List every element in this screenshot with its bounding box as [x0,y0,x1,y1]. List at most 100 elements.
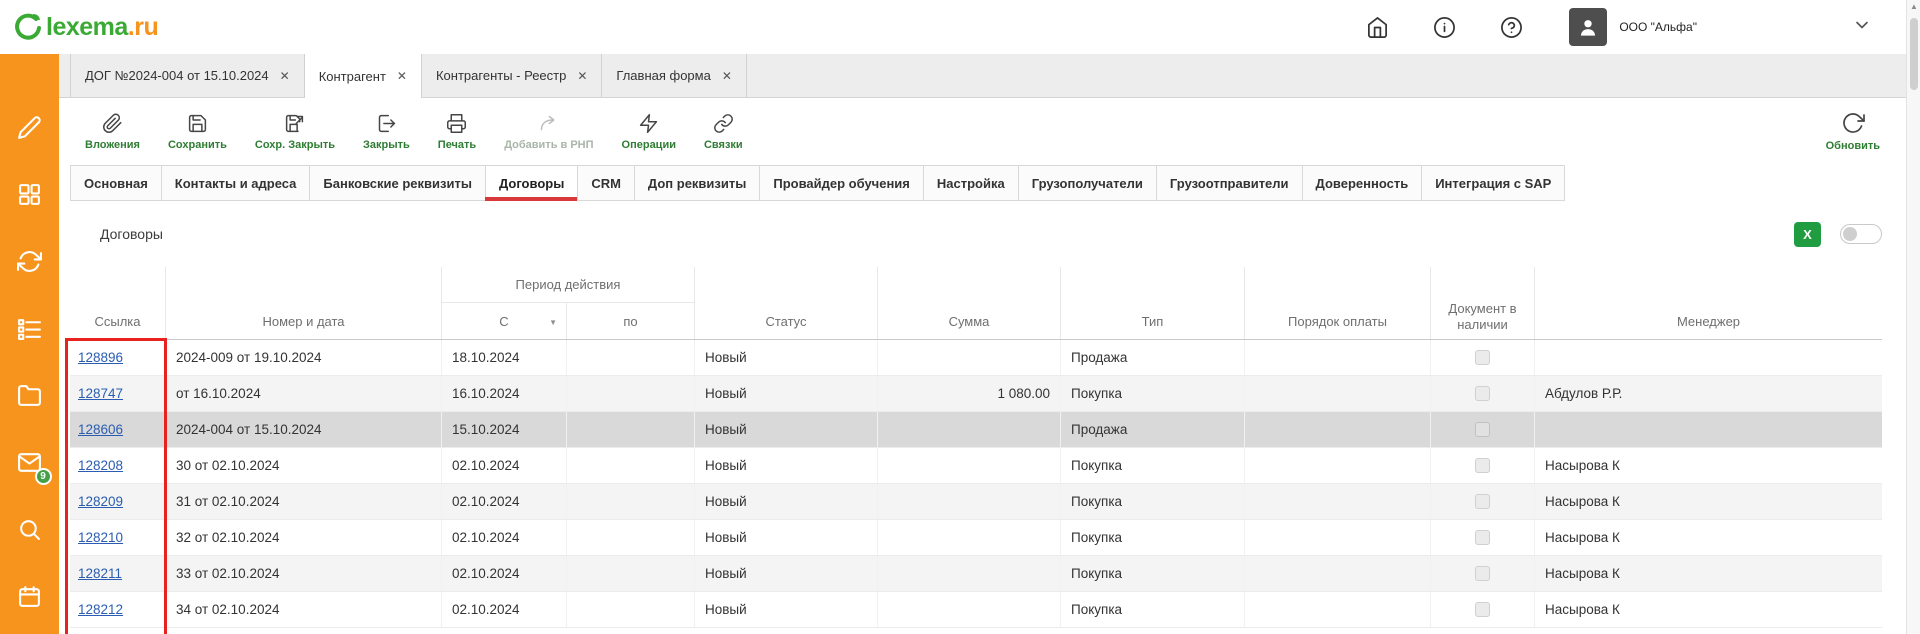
operations-button[interactable]: Операции [622,113,676,151]
column-header-manager[interactable]: Менеджер [1534,267,1882,339]
doc-available-checkbox[interactable] [1475,494,1490,509]
table-row[interactable]: 1288962024-009 от 19.10.202418.10.2024Но… [70,340,1882,376]
subtab-4[interactable]: Договоры [485,165,578,201]
chevron-down-icon[interactable] [1852,15,1872,40]
subtab-9[interactable]: Грузополучатели [1018,165,1157,201]
doc-available-checkbox[interactable] [1475,602,1490,617]
tab-close-icon[interactable]: ✕ [722,69,732,83]
tab-label: ДОГ №2024-004 от 15.10.2024 [85,68,269,83]
column-header-to[interactable]: по [566,303,694,339]
info-icon[interactable] [1432,15,1456,39]
subtab-1[interactable]: Основная [70,165,162,201]
subtab-7[interactable]: Провайдер обучения [759,165,924,201]
help-icon[interactable] [1499,15,1523,39]
subtab-11[interactable]: Доверенность [1302,165,1423,201]
lexema-logo[interactable]: lexema.ru [12,11,158,43]
column-header-number-date[interactable]: Номер и дата [165,267,441,339]
column-header-from[interactable]: С ▼ [441,303,566,339]
doc-available-checkbox[interactable] [1475,458,1490,473]
cell-type: Покупка [1060,520,1244,555]
subtab-5[interactable]: CRM [577,165,635,201]
print-button[interactable]: Печать [438,113,476,151]
subtab-label: Договоры [499,176,564,191]
column-header-sum[interactable]: Сумма [877,267,1060,339]
save-close-button[interactable]: Сохр. Закрыть [255,113,335,151]
floppy-arrow-icon [284,113,305,134]
contract-link[interactable]: 128208 [78,458,123,473]
doc-available-checkbox[interactable] [1475,386,1490,401]
calendar-icon[interactable] [17,583,43,609]
mail-icon[interactable]: 9 [17,449,43,475]
contract-link[interactable]: 128747 [78,386,123,401]
user-avatar[interactable] [1569,8,1607,46]
cell-type: Покупка [1060,448,1244,483]
links-button[interactable]: Связки [704,113,743,151]
edit-icon[interactable] [17,114,43,140]
subtab-label: Провайдер обучения [773,176,910,191]
tab-2[interactable]: Контрагент ✕ [305,54,422,98]
subtab-label: Грузополучатели [1032,176,1143,191]
table-row[interactable]: 1286062024-004 от 15.10.202415.10.2024Но… [70,412,1882,448]
cell-doc [1430,520,1534,555]
contract-link[interactable]: 128606 [78,422,123,437]
cell-payment_order [1244,484,1430,519]
table-row[interactable]: 12820931 от 02.10.202402.10.2024НовыйПок… [70,484,1882,520]
cell-from: 15.10.2024 [441,412,566,447]
doc-available-checkbox[interactable] [1475,530,1490,545]
scroll-up-icon[interactable]: ▲ [1907,2,1920,11]
column-header-doc-available[interactable]: Документ в наличии [1430,267,1534,339]
subtab-8[interactable]: Настройка [923,165,1019,201]
attachments-button[interactable]: Вложения [85,113,140,151]
refresh-icon [1841,111,1865,135]
table-row[interactable]: 128747от 16.10.202416.10.2024Новый1 080.… [70,376,1882,412]
toolbar: Вложения Сохранить Сохр. Закрыть Закрыть… [59,98,1920,165]
tab-close-icon[interactable]: ✕ [280,69,290,83]
tab-1[interactable]: ДОГ №2024-004 от 15.10.2024 ✕ [70,54,305,97]
tab-3[interactable]: Контрагенты - Реестр✕ [422,54,602,97]
subtab-3[interactable]: Банковские реквизиты [309,165,486,201]
save-button[interactable]: Сохранить [168,113,227,151]
subtab-12[interactable]: Интеграция с SAP [1421,165,1565,201]
tab-close-icon[interactable]: ✕ [397,69,407,83]
cell-status: Новый [694,592,877,627]
doc-available-checkbox[interactable] [1475,350,1490,365]
column-header-type[interactable]: Тип [1060,267,1244,339]
cell-status: Новый [694,412,877,447]
subtab-10[interactable]: Грузоотправители [1156,165,1303,201]
column-header-doc-available-label: Документ в наличии [1431,301,1534,334]
table-settings-toggle[interactable] [1840,224,1882,244]
tab-label: Контрагент [319,69,386,84]
subtab-6[interactable]: Доп реквизиты [634,165,760,201]
tab-close-icon[interactable]: ✕ [577,69,587,83]
excel-export-button[interactable]: X [1794,222,1821,247]
doc-available-checkbox[interactable] [1475,566,1490,581]
modules-grid-icon[interactable] [17,181,43,207]
subtab-2[interactable]: Контакты и адреса [161,165,311,201]
scrollbar-thumb[interactable] [1910,18,1918,90]
sort-indicator-icon[interactable]: ▼ [549,318,557,327]
table-row[interactable]: 12821234 от 02.10.202402.10.2024НовыйПок… [70,592,1882,628]
search-icon[interactable] [17,516,43,542]
column-header-payment-order[interactable]: Порядок оплаты [1244,267,1430,339]
table-row[interactable]: 12821133 от 02.10.202402.10.2024НовыйПок… [70,556,1882,592]
column-header-link[interactable]: Ссылка [70,267,165,339]
home-icon[interactable] [1365,15,1389,39]
contract-link[interactable]: 128896 [78,350,123,365]
table-row[interactable]: 12820830 от 02.10.202402.10.2024НовыйПок… [70,448,1882,484]
column-header-status[interactable]: Статус [694,267,877,339]
refresh-button[interactable]: Обновить [1826,111,1880,152]
list-icon[interactable] [17,315,43,341]
folder-icon[interactable] [17,382,43,408]
doc-available-checkbox[interactable] [1475,422,1490,437]
close-button[interactable]: Закрыть [363,113,410,151]
vertical-scrollbar[interactable]: ▲ [1906,0,1920,634]
contract-link[interactable]: 128210 [78,530,123,545]
contract-link[interactable]: 128209 [78,494,123,509]
cell-link: 128211 [70,556,165,591]
contract-link[interactable]: 128212 [78,602,123,617]
table-row[interactable]: 12821032 от 02.10.202402.10.2024НовыйПок… [70,520,1882,556]
contract-link[interactable]: 128211 [78,566,122,581]
exit-icon [376,113,397,134]
sync-icon[interactable] [17,248,43,274]
tab-4[interactable]: Главная форма✕ [602,54,746,97]
